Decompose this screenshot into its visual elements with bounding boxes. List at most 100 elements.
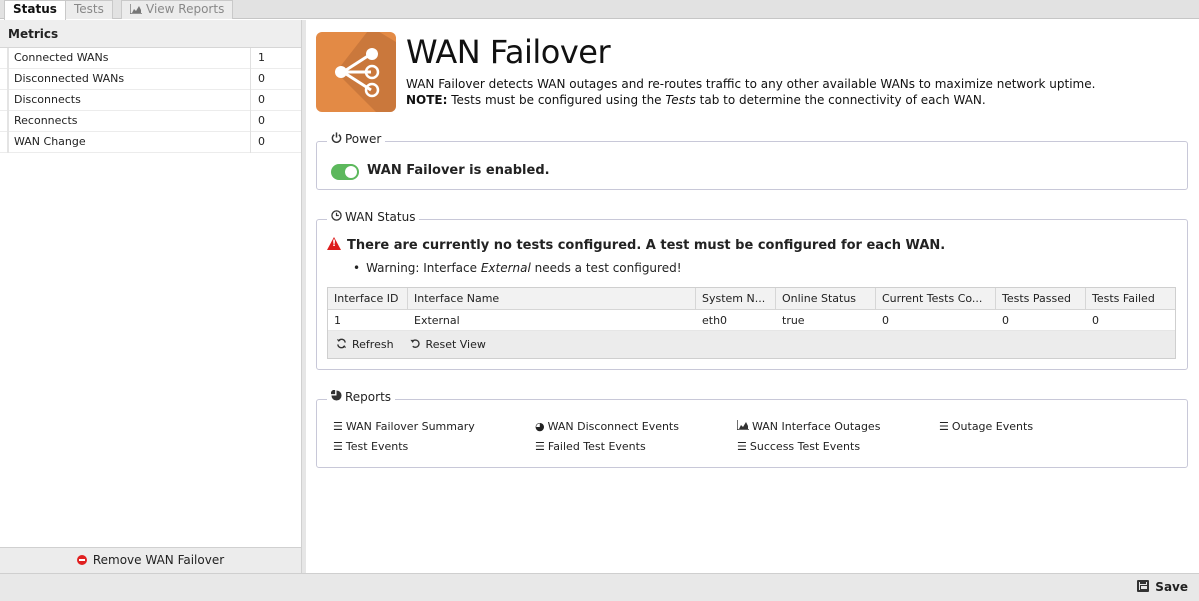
report-label: Test Events <box>345 440 409 453</box>
wan-failover-app-icon <box>316 32 396 112</box>
power-toggle[interactable] <box>331 164 359 180</box>
report-label: WAN Interface Outages <box>752 420 881 433</box>
tab-tests-label: Tests <box>74 2 104 16</box>
list-icon: ☰ <box>535 440 545 453</box>
tab-status-label: Status <box>13 2 57 16</box>
grid-header: Interface ID Interface Name System N... … <box>328 288 1175 310</box>
report-link[interactable]: ◕ WAN Disconnect Events <box>535 420 679 433</box>
tab-status[interactable]: Status <box>4 0 66 20</box>
report-link[interactable]: ☰ Failed Test Events <box>535 440 646 453</box>
report-link[interactable]: ☰ Success Test Events <box>737 440 860 453</box>
report-label: WAN Disconnect Events <box>547 420 679 433</box>
report-link[interactable]: WAN Interface Outages <box>736 420 881 433</box>
report-label: Outage Events <box>951 420 1034 433</box>
refresh-icon <box>336 338 347 352</box>
save-icon <box>1137 580 1150 592</box>
remove-label: Remove WAN Failover <box>92 553 225 567</box>
refresh-label: Refresh <box>352 338 394 351</box>
list-icon: ☰ <box>737 440 747 453</box>
report-label: Failed Test Events <box>547 440 646 453</box>
metric-value: 1 <box>250 48 300 69</box>
column-header[interactable]: Tests Passed <box>996 288 1086 309</box>
tab-tests[interactable]: Tests <box>65 0 113 19</box>
metric-value: 0 <box>250 69 300 90</box>
clock-icon <box>331 210 342 224</box>
metric-value: 0 <box>250 111 300 132</box>
reset-view-label: Reset View <box>425 338 486 351</box>
table-cell: External <box>414 314 460 327</box>
table-cell: 0 <box>882 314 889 327</box>
refresh-button[interactable]: Refresh <box>336 338 394 352</box>
column-header[interactable]: Tests Failed <box>1086 288 1175 309</box>
column-header[interactable]: System N... <box>696 288 776 309</box>
metric-row: WAN Change 0 <box>0 132 301 153</box>
page-title: WAN Failover <box>406 33 611 71</box>
wan-status-legend: WAN Status <box>327 210 420 224</box>
warning-item-pre: Warning: Interface <box>366 261 481 275</box>
warning-message: There are currently no tests configured.… <box>327 237 945 253</box>
note-em: Tests <box>665 93 696 107</box>
report-link[interactable]: ☰ Outage Events <box>939 420 1033 433</box>
metric-row: Reconnects 0 <box>0 111 301 132</box>
area-chart-icon <box>129 2 142 18</box>
warning-item-em: External <box>480 261 531 275</box>
note-post: tab to determine the connectivity of eac… <box>695 93 986 107</box>
metric-value: 0 <box>250 132 300 153</box>
report-link[interactable]: ☰ WAN Failover Summary <box>333 420 475 433</box>
warning-item: Warning: Interface External needs a test… <box>353 261 682 275</box>
wan-status-section: WAN Status There are currently no tests … <box>316 210 1188 370</box>
table-cell: 1 <box>334 314 341 327</box>
note-text: NOTE: Tests must be configured using the… <box>406 92 1095 108</box>
wan-status-grid: Interface ID Interface Name System N... … <box>327 287 1176 359</box>
tab-view-reports[interactable]: View Reports <box>121 0 234 19</box>
save-label: Save <box>1155 580 1188 594</box>
tab-view-reports-label: View Reports <box>146 2 225 16</box>
footer-toolbar: Save <box>0 573 1199 601</box>
metric-row: Disconnects 0 <box>0 90 301 111</box>
power-status-text: WAN Failover is enabled. <box>367 163 550 178</box>
reports-legend: Reports <box>327 389 396 404</box>
metric-name: WAN Change <box>7 132 250 153</box>
warning-text: There are currently no tests configured.… <box>347 238 946 253</box>
reset-view-button[interactable]: Reset View <box>410 338 486 352</box>
column-header[interactable]: Current Tests Co... <box>876 288 996 309</box>
description-text: WAN Failover detects WAN outages and re-… <box>406 77 1096 91</box>
metric-name: Connected WANs <box>7 48 250 69</box>
page-description: WAN Failover detects WAN outages and re-… <box>406 76 1095 108</box>
table-cell: 0 <box>1092 314 1099 327</box>
list-icon: ☰ <box>939 420 949 433</box>
column-header[interactable]: Online Status <box>776 288 876 309</box>
note-label: NOTE: <box>406 93 448 107</box>
undo-icon <box>410 338 421 352</box>
tab-bar: Status Tests View Reports <box>0 0 1199 20</box>
metric-row: Connected WANs 1 <box>0 48 301 69</box>
warning-item-post: needs a test configured! <box>530 261 682 275</box>
list-icon: ☰ <box>333 440 343 453</box>
column-header[interactable]: Interface ID <box>328 288 408 309</box>
report-link[interactable]: ☰ Test Events <box>333 440 408 453</box>
wan-status-legend-label: WAN Status <box>345 210 416 224</box>
table-cell: eth0 <box>702 314 728 327</box>
note-pre: Tests must be configured using the <box>447 93 666 107</box>
grid-toolbar: Refresh Reset View <box>328 331 1175 358</box>
main-content: WAN Failover WAN Failover detects WAN ou… <box>306 20 1199 573</box>
warning-icon <box>327 237 341 250</box>
metric-row: Disconnected WANs 0 <box>0 69 301 90</box>
report-label: Success Test Events <box>749 440 861 453</box>
reports-legend-label: Reports <box>345 390 392 404</box>
area-chart-icon <box>736 420 749 433</box>
column-header[interactable]: Interface Name <box>408 288 696 309</box>
remove-wan-failover-button[interactable]: Remove WAN Failover <box>0 547 301 573</box>
metric-name: Reconnects <box>7 111 250 132</box>
power-legend-label: Power <box>345 132 382 146</box>
table-cell: 0 <box>1002 314 1009 327</box>
remove-icon <box>76 555 87 565</box>
reports-section: Reports ☰ WAN Failover Summary ◕ WAN Disco… <box>316 389 1188 468</box>
power-icon <box>331 132 342 146</box>
metrics-panel: Metrics Connected WANs 1 Disconnected WAN… <box>0 20 302 573</box>
pie-chart-icon: ◕ <box>535 420 545 433</box>
metric-value: 0 <box>250 90 300 111</box>
report-label: WAN Failover Summary <box>345 420 475 433</box>
table-row[interactable]: 1 External eth0 true 0 0 0 <box>328 310 1175 331</box>
save-button[interactable]: Save <box>1137 580 1188 594</box>
